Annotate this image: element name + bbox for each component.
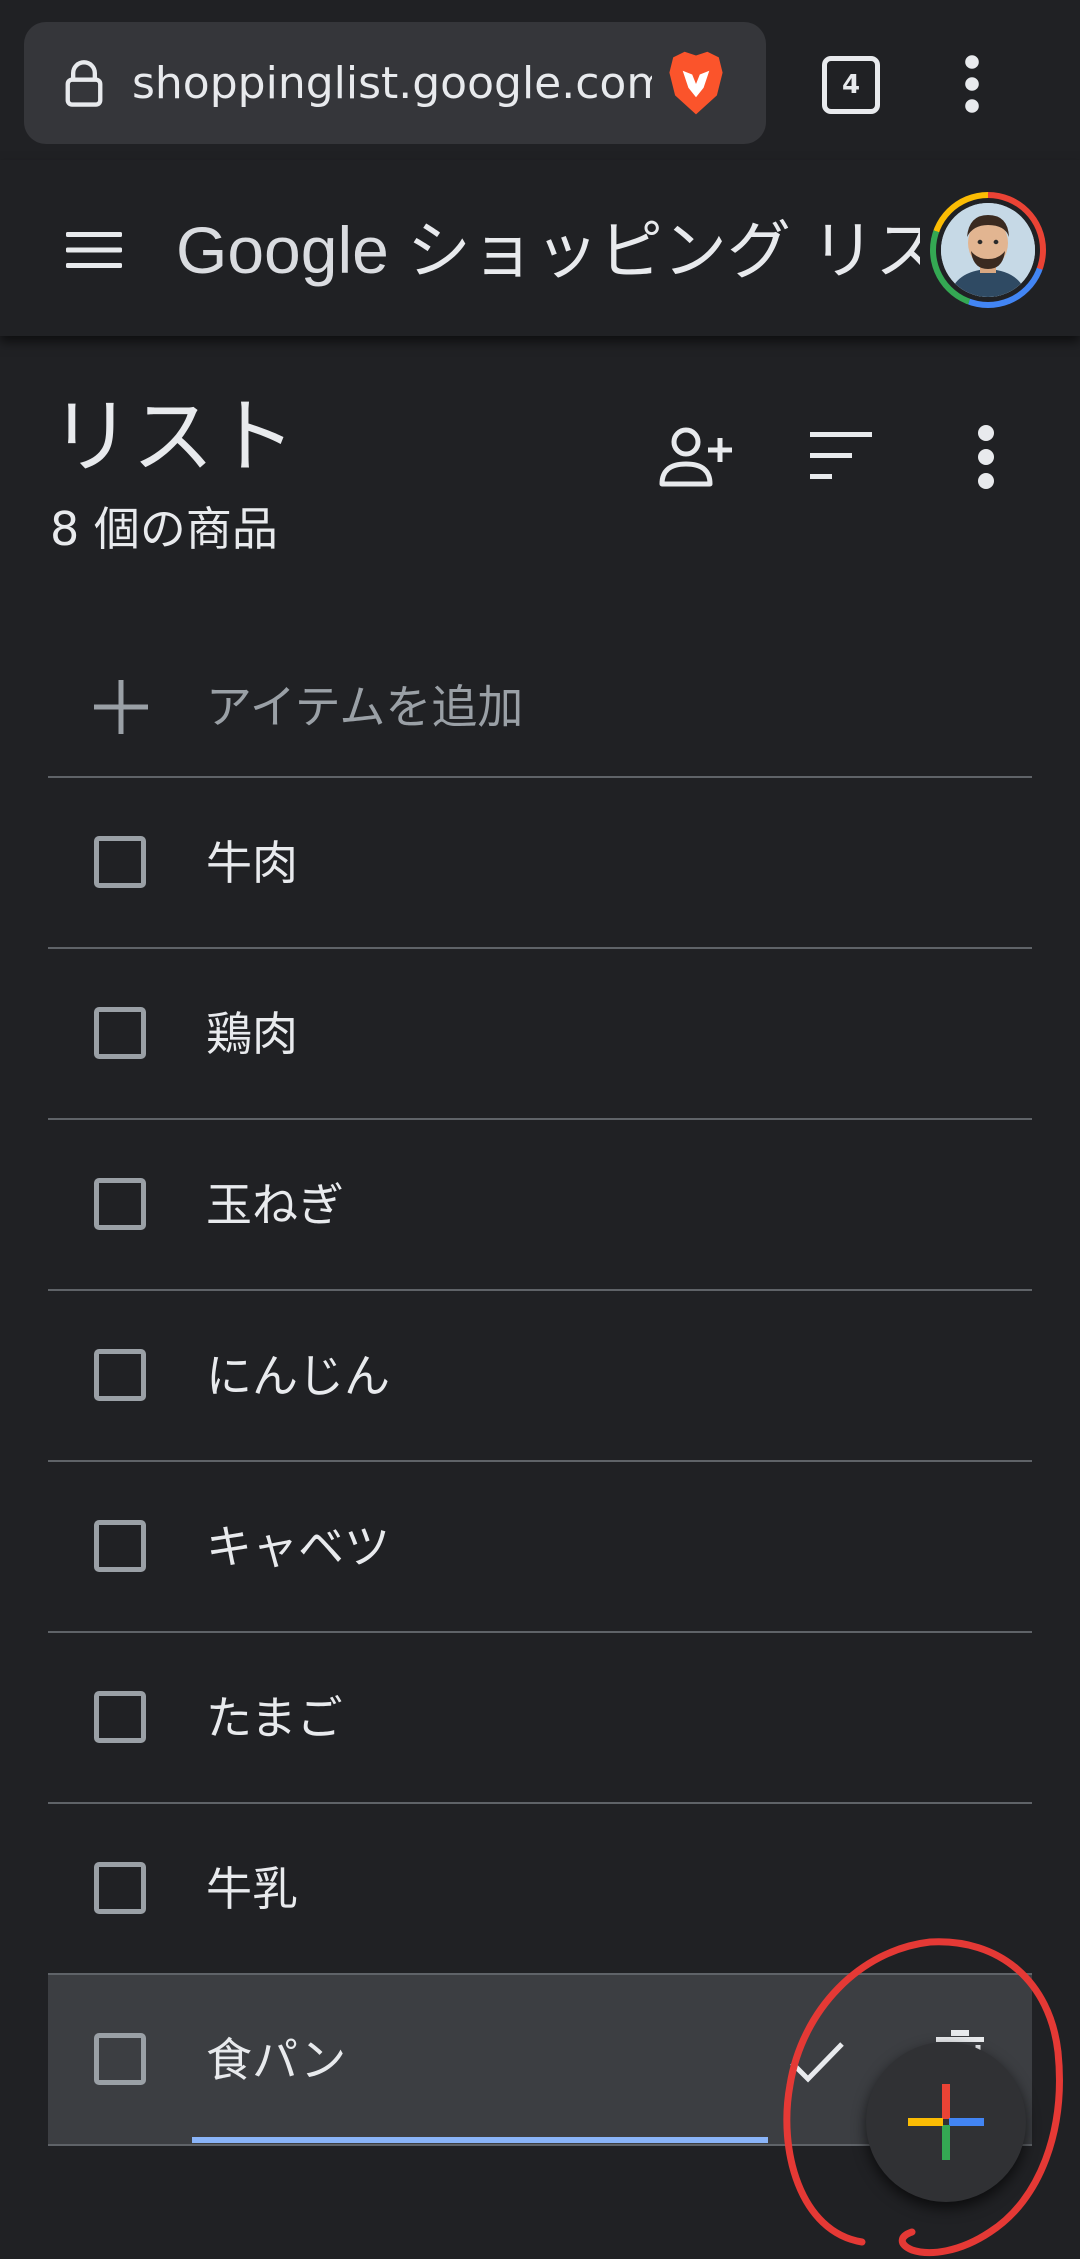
item-label[interactable]: 鶏肉 [206,1001,298,1067]
person-add-icon[interactable] [658,422,734,490]
item-edit-input[interactable]: 食パン [206,2027,346,2093]
item-checkbox[interactable] [94,836,146,888]
item-label[interactable]: 牛肉 [206,830,298,896]
google-plus-fab-icon [908,2084,984,2160]
app-name: ショッピング リスト [406,215,920,289]
list-item[interactable]: 鶏肉 [48,949,1032,1120]
item-checkbox[interactable] [94,2033,146,2085]
item-checkbox[interactable] [94,1349,146,1401]
item-checkbox[interactable] [94,1007,146,1059]
item-checkbox[interactable] [94,1178,146,1230]
list-title: リスト [50,390,297,485]
item-checkbox[interactable] [94,1691,146,1743]
check-icon[interactable] [788,2039,846,2085]
brave-lion-icon[interactable] [658,46,734,122]
hamburger-icon[interactable] [66,232,122,268]
add-fab-button[interactable] [866,2042,1026,2202]
tabs-counter-icon[interactable]: 4 [822,56,880,114]
add-item-row[interactable]: アイテムを追加 [48,640,1032,778]
list-item[interactable]: キャベツ [48,1462,1032,1633]
list-item[interactable]: 牛肉 [48,778,1032,949]
item-checkbox[interactable] [94,1862,146,1914]
avatar-image [941,203,1035,297]
app-header: Googleショッピング リスト [0,160,1080,336]
edit-underline [192,2137,768,2143]
list-item[interactable]: たまご [48,1633,1032,1804]
item-label[interactable]: キャベツ [206,1514,390,1580]
more-vert-icon[interactable] [950,52,994,116]
add-item-label: アイテムを追加 [206,680,524,734]
address-bar[interactable]: shoppinglist.google.com [24,22,766,144]
list-item[interactable]: 玉ねぎ [48,1120,1032,1291]
url-text[interactable]: shoppinglist.google.com [132,54,652,114]
item-label[interactable]: にんじん [206,1343,390,1409]
item-label[interactable]: たまご [206,1685,343,1751]
plus-icon [94,680,148,734]
item-label[interactable]: 牛乳 [206,1856,298,1922]
list-item[interactable]: にんじん [48,1291,1032,1462]
sort-icon[interactable] [810,432,872,480]
item-count: 8 個の商品 [50,502,278,556]
avatar[interactable] [930,192,1046,308]
list-item[interactable]: 牛乳 [48,1804,1032,1975]
google-logo-text: Google [176,213,389,287]
browser-toolbar: shoppinglist.google.com 4 [0,0,1080,160]
lock-icon [65,60,103,107]
item-checkbox[interactable] [94,1520,146,1572]
app-title: Googleショッピング リスト [176,204,920,296]
item-label[interactable]: 玉ねぎ [206,1172,344,1238]
list-more-vert-icon[interactable] [966,424,1006,490]
